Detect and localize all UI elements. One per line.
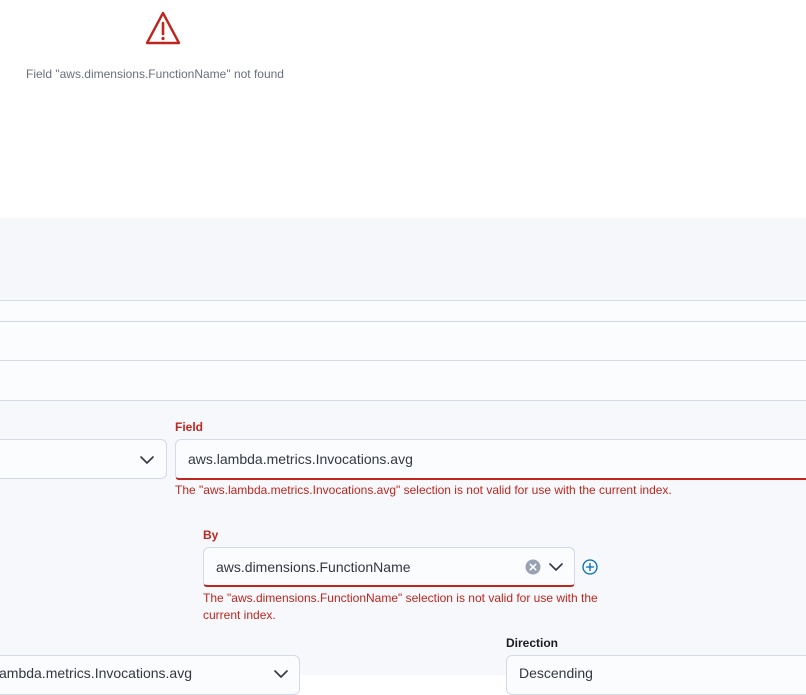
direction-label: Direction (506, 636, 559, 650)
group-by-label: By (203, 528, 219, 542)
chevron-down-icon (274, 670, 288, 678)
visualization-error-panel: Field "aws.dimensions.FunctionName" not … (0, 0, 806, 218)
direction-value: Descending (519, 665, 593, 681)
aggregation-select[interactable] (0, 439, 167, 479)
group-by-select[interactable]: aws.dimensions.FunctionName (203, 547, 575, 587)
field-select[interactable]: aws.lambda.metrics.Invocations.avg (175, 439, 806, 480)
editor-row (0, 301, 806, 321)
group-by-value: aws.dimensions.FunctionName (216, 559, 411, 575)
field-error-text: The "aws.lambda.metrics.Invocations.avg"… (175, 483, 672, 497)
editor-row (0, 322, 806, 360)
direction-select[interactable]: Descending (506, 655, 806, 695)
divider (0, 400, 806, 401)
order-by-value: ambda.metrics.Invocations.avg (0, 665, 192, 681)
add-group-by-icon[interactable] (581, 558, 599, 576)
field-select-value: aws.lambda.metrics.Invocations.avg (188, 451, 413, 467)
error-message: Field "aws.dimensions.FunctionName" not … (26, 67, 284, 81)
editor-header-band (0, 218, 806, 300)
chevron-down-icon (140, 456, 154, 464)
chevron-down-icon[interactable] (549, 563, 563, 571)
clear-icon[interactable] (525, 559, 541, 575)
group-by-error-text: The "aws.dimensions.FunctionName" select… (203, 591, 598, 622)
order-by-select[interactable]: ambda.metrics.Invocations.avg (0, 655, 300, 695)
field-label: Field (175, 420, 204, 434)
editor-row (0, 361, 806, 400)
warning-icon (145, 11, 181, 45)
